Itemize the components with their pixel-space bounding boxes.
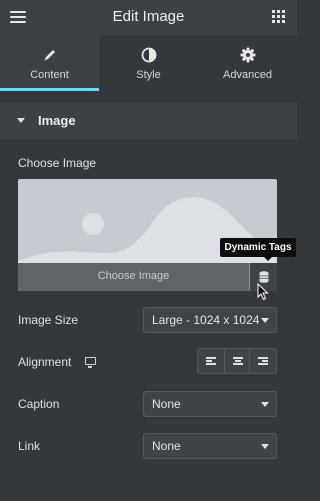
align-center-button[interactable] [224, 349, 250, 373]
image-size-select[interactable]: Large - 1024 x 1024 [143, 307, 277, 333]
tab-advanced-label: Advanced [223, 69, 272, 81]
image-section-header[interactable]: Image [0, 103, 297, 139]
half-circle-icon [141, 47, 157, 63]
grid-icon[interactable] [272, 10, 285, 23]
choose-image-label: Choose Image [18, 156, 97, 170]
caption-label: Caption [18, 397, 60, 411]
chevron-down-icon [261, 318, 269, 323]
dynamic-tags-tooltip: Dynamic Tags [220, 238, 296, 261]
tab-style-label: Style [136, 69, 161, 81]
choose-image-bar: Choose Image [18, 263, 277, 291]
alignment-control [197, 348, 277, 374]
tab-style[interactable]: Style [99, 35, 198, 91]
tab-content-label: Content [30, 69, 69, 81]
align-left-button[interactable] [198, 349, 224, 373]
caret-down-icon [17, 118, 25, 123]
monitor-icon[interactable] [85, 357, 96, 368]
panel-title: Edit Image [112, 8, 185, 25]
tab-content[interactable]: Content [0, 35, 99, 91]
database-icon [259, 271, 269, 283]
image-size-value: Large - 1024 x 1024 [152, 313, 260, 327]
align-right-button[interactable] [250, 349, 276, 373]
caption-value: None [152, 397, 181, 411]
mouse-cursor-icon [257, 283, 269, 301]
link-select[interactable]: None [143, 433, 277, 459]
section-title: Image [38, 113, 76, 128]
caption-select[interactable]: None [143, 391, 277, 417]
gear-icon [240, 47, 256, 63]
link-value: None [152, 439, 181, 453]
chevron-down-icon [261, 402, 269, 407]
top-bar: Edit Image [0, 0, 297, 35]
tab-advanced[interactable]: Advanced [198, 35, 297, 91]
pencil-icon [42, 47, 58, 63]
alignment-label: Alignment [18, 355, 72, 369]
chevron-down-icon [261, 444, 269, 449]
image-preview[interactable]: Choose Image [18, 179, 277, 291]
link-label: Link [18, 439, 41, 453]
image-size-label: Image Size [18, 313, 79, 327]
active-tab-indicator [0, 88, 99, 91]
editor-tabs: Content Style Advanced [0, 35, 297, 91]
choose-image-button[interactable]: Choose Image [18, 270, 249, 282]
